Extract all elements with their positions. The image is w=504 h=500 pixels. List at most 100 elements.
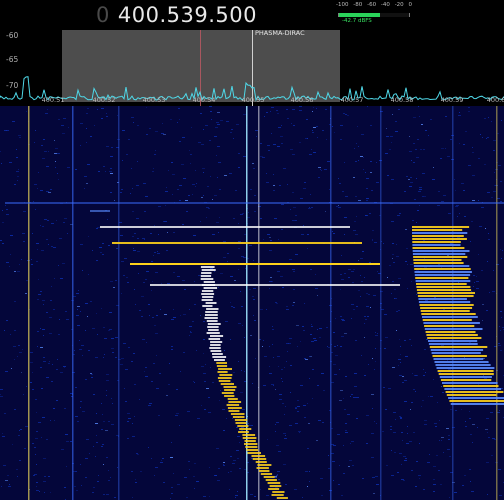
- drifting-signal: [201, 272, 212, 274]
- drifting-signal: [272, 491, 285, 493]
- drifting-signal: [210, 350, 222, 352]
- drifting-signal: [276, 497, 288, 499]
- sdr-receiver-window: 0 400.539.500 -100 -80 -60 -40 -20 0 -42.…: [0, 0, 504, 500]
- wideband-signal: [424, 325, 475, 327]
- meter-scale: -100 -80 -60 -40 -20 0: [336, 2, 412, 12]
- frequency-tick-label: 400.58: [390, 96, 414, 104]
- wideband-signal: [428, 340, 478, 342]
- wideband-signal: [440, 379, 492, 381]
- frequency-tick-label: 400.57: [340, 96, 364, 104]
- drifting-signal: [238, 431, 249, 433]
- drifting-signal: [265, 479, 277, 481]
- wideband-signal: [443, 385, 499, 387]
- drifting-signal: [227, 398, 238, 400]
- drifting-signal: [242, 437, 257, 439]
- wideband-signal: [435, 364, 491, 366]
- wideband-signal: [413, 259, 462, 261]
- frequency-tick-label: 400.52: [92, 96, 116, 104]
- drifting-signal: [230, 413, 245, 415]
- drifting-signal: [218, 380, 231, 382]
- frequency-tick-label: 400.6: [486, 96, 504, 104]
- drifting-signal: [242, 434, 256, 436]
- wideband-signal: [419, 304, 474, 306]
- drifting-signal: [220, 383, 234, 385]
- frequency-display[interactable]: 0 400.539.500: [96, 2, 257, 28]
- wideband-signal: [417, 292, 475, 294]
- drifting-signal: [208, 338, 221, 340]
- drifting-signal: [256, 467, 269, 469]
- drifting-signal: [237, 425, 249, 427]
- drifting-signal: [216, 362, 227, 364]
- wideband-signal: [432, 355, 487, 357]
- wideband-signal: [416, 286, 471, 288]
- drifting-signal: [200, 275, 212, 277]
- signal-level-meter: -100 -80 -60 -40 -20 0 -42.7 dBFS: [336, 2, 412, 28]
- drifting-signal: [200, 278, 214, 280]
- frequency-tick-label: 400.51: [41, 96, 65, 104]
- carrier-line: [118, 106, 120, 500]
- signal-burst: [100, 226, 350, 228]
- wideband-signal: [412, 235, 464, 237]
- wideband-signal: [433, 358, 484, 360]
- drifting-signal: [210, 335, 224, 337]
- drifting-signal: [223, 386, 237, 388]
- wideband-signal: [412, 229, 463, 231]
- frequency-tick-label: 400.53: [142, 96, 166, 104]
- drifting-signal: [239, 428, 252, 430]
- drifting-signal: [260, 473, 273, 475]
- wideband-signal: [422, 316, 478, 318]
- drifting-signal: [268, 488, 280, 490]
- drifting-signal: [217, 371, 228, 373]
- drifting-signal: [234, 419, 248, 421]
- wideband-signal: [430, 349, 484, 351]
- drifting-signal: [263, 476, 275, 478]
- wideband-signal: [414, 274, 471, 276]
- wideband-signal: [446, 394, 497, 396]
- spectrum-panel[interactable]: -60 -65 -70 PHASMA-DIRAC 400.51 400.52 4…: [0, 28, 504, 106]
- frequency-tick-label: 400.56: [290, 96, 314, 104]
- wideband-signal: [412, 244, 461, 246]
- carrier-line: [72, 106, 74, 500]
- waterfall-display[interactable]: [0, 106, 504, 500]
- wideband-signal: [412, 241, 461, 243]
- drifting-signal: [217, 377, 232, 379]
- wideband-signal: [416, 289, 472, 291]
- drifting-signal: [228, 410, 240, 412]
- drifting-signal: [235, 422, 247, 424]
- meter-scale-label: 0: [408, 2, 412, 8]
- wideband-signal: [413, 256, 468, 258]
- meter-scale-label: -100: [336, 2, 349, 8]
- drifting-signal: [269, 485, 282, 487]
- wideband-signal: [423, 322, 480, 324]
- drifting-signal: [212, 356, 227, 358]
- wideband-signal: [427, 337, 482, 339]
- drifting-signal: [201, 284, 216, 286]
- wideband-signal: [420, 310, 470, 312]
- signal-burst: [150, 284, 400, 286]
- carrier-line: [380, 106, 382, 500]
- drifting-signal: [205, 311, 218, 313]
- drifting-signal: [210, 344, 221, 346]
- wideband-signal: [418, 298, 467, 300]
- frequency-tick-label: 400.55: [241, 96, 265, 104]
- wideband-signal: [417, 295, 474, 297]
- drifting-signal: [267, 482, 281, 484]
- drifting-signal: [216, 365, 228, 367]
- frequency-value[interactable]: 400.539.500: [118, 3, 257, 27]
- wideband-signal: [412, 253, 466, 255]
- carrier-line: [330, 106, 332, 500]
- wideband-signal: [424, 328, 483, 330]
- frequency-prefix-digit[interactable]: 0: [96, 3, 110, 27]
- wideband-signal: [413, 262, 464, 264]
- wideband-signal: [449, 400, 504, 402]
- drifting-signal: [219, 374, 233, 376]
- drifting-signal: [244, 440, 256, 442]
- drifting-signal: [257, 464, 272, 466]
- meter-bar-fill: [339, 13, 380, 17]
- wideband-signal: [412, 226, 470, 228]
- drifting-signal: [218, 368, 232, 370]
- drifting-signal: [244, 443, 258, 445]
- drifting-signal: [271, 494, 284, 496]
- wideband-signal: [436, 367, 495, 369]
- carrier-line: [496, 106, 498, 500]
